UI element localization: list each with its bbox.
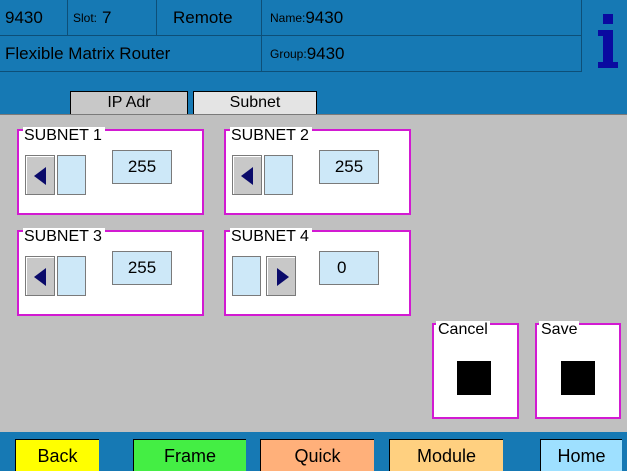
arrow-right-icon (277, 268, 289, 286)
save-label: Save (539, 321, 580, 339)
subnet-4-increment-button[interactable] (266, 256, 296, 296)
mode-cell: Remote (157, 0, 262, 36)
subnet-2-decrement-button[interactable] (232, 155, 262, 195)
save-indicator (561, 361, 595, 395)
group-cell: Group: 9430 (262, 36, 582, 72)
subnet-4-indicator (232, 256, 261, 296)
module-button[interactable]: Module (389, 439, 503, 471)
group-label: Group: (270, 46, 307, 61)
cancel-indicator (457, 361, 491, 395)
mode-text: Remote (173, 7, 233, 27)
save-button[interactable]: Save (535, 321, 621, 419)
subnet-2-value[interactable]: 255 (319, 150, 379, 184)
subnet-1-decrement-button[interactable] (25, 155, 55, 195)
name-cell: Name: 9430 (262, 0, 582, 36)
subnet-1-group: SUBNET 1 255 (17, 127, 204, 215)
arrow-left-icon (34, 268, 46, 286)
home-button[interactable]: Home (540, 439, 622, 471)
back-button[interactable]: Back (15, 439, 99, 471)
name-label: Name: (270, 10, 306, 25)
quick-button[interactable]: Quick (260, 439, 374, 471)
subnet-3-group: SUBNET 3 255 (17, 228, 204, 316)
subnet-2-label: SUBNET 2 (230, 127, 312, 145)
frame-button[interactable]: Frame (133, 439, 246, 471)
subnet-1-indicator (57, 155, 86, 195)
subnet-1-label: SUBNET 1 (23, 127, 105, 145)
subnet-4-value[interactable]: 0 (319, 251, 379, 285)
tab-subnet[interactable]: Subnet (193, 91, 317, 114)
subnet-4-group: SUBNET 4 0 (224, 228, 411, 316)
subnet-3-indicator (57, 256, 86, 296)
device-id: 9430 (5, 7, 43, 27)
device-type-cell: Flexible Matrix Router (0, 36, 262, 72)
arrow-left-icon (34, 167, 46, 185)
tab-ip-adr[interactable]: IP Adr (70, 91, 188, 114)
cancel-button[interactable]: Cancel (432, 321, 519, 419)
subnet-3-label: SUBNET 3 (23, 228, 105, 246)
slot-value: 7 (102, 7, 112, 27)
subnet-2-indicator (264, 155, 293, 195)
slot-cell: Slot: 7 (68, 0, 157, 36)
device-id-cell: 9430 (0, 0, 68, 36)
subnet-3-value[interactable]: 255 (112, 251, 172, 285)
group-value: 9430 (306, 43, 345, 63)
device-type: Flexible Matrix Router (5, 43, 171, 63)
subnet-3-decrement-button[interactable] (25, 256, 55, 296)
subnet-2-group: SUBNET 2 255 (224, 127, 411, 215)
name-value: 9430 (305, 7, 344, 27)
arrow-left-icon (241, 167, 253, 185)
subnet-1-value[interactable]: 255 (112, 150, 172, 184)
subnet-4-label: SUBNET 4 (230, 228, 312, 246)
slot-label: Slot: (73, 10, 98, 25)
info-icon[interactable] (597, 14, 619, 68)
cancel-label: Cancel (436, 321, 490, 339)
